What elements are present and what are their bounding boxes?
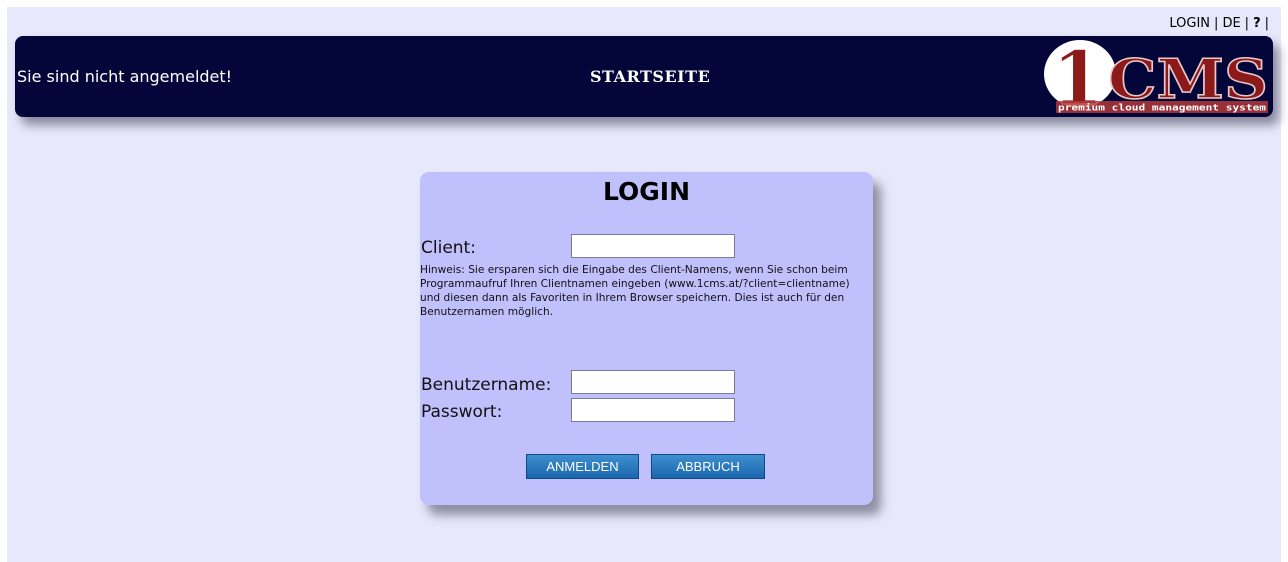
client-label: Client:	[421, 238, 476, 258]
header-bar: Sie sind nicht angemeldet! STARTSEITE 1 …	[15, 36, 1273, 117]
language-link[interactable]: DE	[1222, 16, 1240, 31]
separator: |	[1214, 16, 1219, 31]
password-label: Passwort:	[421, 402, 503, 422]
username-label: Benutzername:	[421, 375, 552, 395]
password-input[interactable]	[571, 398, 735, 422]
username-input[interactable]	[571, 370, 735, 394]
logo-tagline: premium cloud management system	[1058, 103, 1267, 114]
separator: |	[1244, 16, 1250, 31]
client-input[interactable]	[571, 234, 735, 258]
1cms-logo[interactable]: 1 CMS premium cloud management system	[1044, 38, 1271, 114]
top-links: LOGIN | DE |? |	[1169, 16, 1273, 31]
help-link[interactable]: ?	[1253, 16, 1261, 31]
page-background: LOGIN | DE |? | Sie sind nicht angemeldet! S…	[7, 7, 1281, 562]
page-title: STARTSEITE	[590, 67, 711, 86]
login-link[interactable]: LOGIN	[1169, 16, 1210, 31]
client-hint: Hinweis: Sie ersparen sich die Eingabe d…	[420, 264, 850, 318]
separator: |	[1264, 16, 1269, 31]
login-status: Sie sind nicht angemeldet!	[17, 67, 233, 86]
login-panel: LOGIN Client: Hinweis: Sie ersparen sich…	[420, 172, 873, 505]
cancel-button[interactable]: ABBRUCH	[651, 454, 765, 479]
login-title: LOGIN	[602, 177, 691, 206]
submit-button[interactable]: ANMELDEN	[526, 454, 639, 479]
